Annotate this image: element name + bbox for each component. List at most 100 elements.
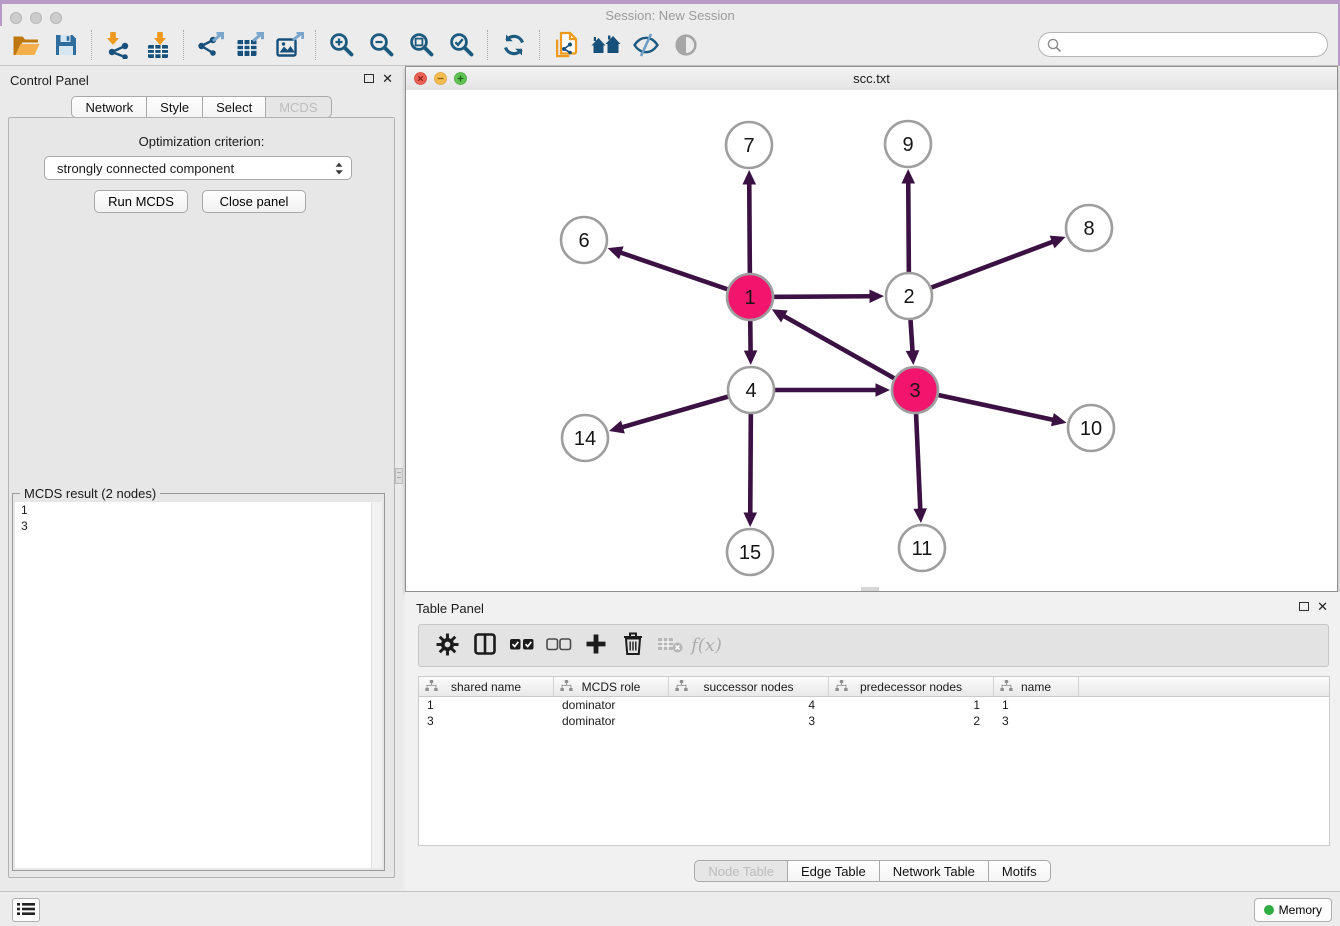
network-window: scc.txt 7 9 6 8 1 2 4 3 14 10 15 11 [405,66,1338,592]
contrast-button[interactable] [667,27,705,63]
zoom-fit-button[interactable] [403,27,441,63]
delete-column-button[interactable] [651,629,688,663]
svg-text:4: 4 [745,380,756,402]
save-session-icon [54,33,78,57]
column-label: shared name [451,680,521,694]
close-panel-icon[interactable]: ✕ [382,73,393,84]
column-header-MCDS-role[interactable]: MCDS role [554,677,669,696]
svg-text:14: 14 [574,428,596,450]
export-image-button[interactable] [271,27,309,63]
network-canvas[interactable]: 7 9 6 8 1 2 4 3 14 10 15 11 [406,90,1337,591]
table-row[interactable]: 1dominator411 [419,697,1329,713]
svg-text:9: 9 [902,134,913,156]
control-panel-title: Control Panel [10,73,89,88]
graph-edge-arrow [901,169,915,184]
close-panel-button[interactable]: Close panel [202,190,306,213]
graph-node-4[interactable]: 4 [728,367,774,413]
tab-select[interactable]: Select [202,96,266,118]
graph-node-8[interactable]: 8 [1066,205,1112,251]
export-table-button[interactable] [231,27,269,63]
result-scrollbar[interactable] [371,502,382,868]
graph-edge-arrow [906,350,920,365]
splitter-grip[interactable] [395,468,403,484]
houses-icon [591,33,621,57]
tree-icon [560,680,573,695]
graph-node-11[interactable]: 11 [899,525,945,571]
refresh-button[interactable] [495,27,533,63]
tab-mcds[interactable]: MCDS [265,96,331,118]
tab-motifs[interactable]: Motifs [988,860,1051,882]
tab-network[interactable]: Network [71,96,147,118]
contrast-icon [674,33,698,57]
zoom-selected-icon [448,31,476,59]
zoom-selected-button[interactable] [443,27,481,63]
delete-row-button[interactable] [614,629,651,663]
add-row-button[interactable] [577,629,614,663]
svg-text:6: 6 [578,230,589,252]
zoom-out-button[interactable] [363,27,401,63]
tab-node-table[interactable]: Node Table [694,860,788,882]
control-panel-tabs: NetworkStyleSelectMCDS [0,96,403,118]
float-table-panel-icon[interactable] [1299,602,1309,611]
deselect-all-button[interactable] [540,629,577,663]
tab-style[interactable]: Style [146,96,203,118]
graph-node-7[interactable]: 7 [726,122,772,168]
mcds-result-list[interactable]: 13 [15,502,382,868]
close-table-panel-icon[interactable]: ✕ [1317,601,1328,612]
table-cell: dominator [554,713,669,729]
function-builder-button[interactable]: f(x) [688,629,725,663]
optimization-dropdown[interactable]: strongly connected component [44,156,352,180]
zoom-out-icon [368,31,396,59]
gear-button[interactable] [429,629,466,663]
graph-node-1[interactable]: 1 [727,274,773,320]
add-row-icon [585,633,607,658]
main-toolbar-icons [0,27,706,63]
select-all-button[interactable] [503,629,540,663]
memory-label: Memory [1279,903,1322,917]
search-input[interactable] [1065,35,1327,55]
graph-node-10[interactable]: 10 [1068,405,1114,451]
graph-node-15[interactable]: 15 [727,529,773,575]
graph-node-6[interactable]: 6 [561,217,607,263]
network-window-titlebar[interactable]: scc.txt [406,67,1337,91]
export-network-icon [196,32,224,58]
memory-button[interactable]: Memory [1254,898,1332,922]
save-session-button[interactable] [47,27,85,63]
hide-eye-icon [632,32,660,58]
open-file-icon [12,33,40,57]
graph-edge-arrow [1051,413,1067,426]
float-panel-icon[interactable] [364,74,374,83]
list-icon [17,902,35,919]
tree-icon [1000,680,1013,695]
tab-edge-table[interactable]: Edge Table [787,860,880,882]
column-header-name[interactable]: name [994,677,1079,696]
toolbar-separator [91,30,93,60]
table-row[interactable]: 3dominator323 [419,713,1329,729]
import-table-button[interactable] [139,27,177,63]
hide-eye-button[interactable] [627,27,665,63]
tab-network-table[interactable]: Network Table [879,860,989,882]
graph-node-3[interactable]: 3 [892,367,938,413]
delete-column-icon [657,634,683,657]
canvas-scrollbar-bit[interactable] [861,587,879,591]
column-header-successor-nodes[interactable]: successor nodes [669,677,829,696]
svg-text:3: 3 [909,380,920,402]
split-columns-button[interactable] [466,629,503,663]
import-network-button[interactable] [99,27,137,63]
search-icon [1047,38,1061,52]
column-header-shared-name[interactable]: shared name [419,677,554,696]
graph-node-2[interactable]: 2 [886,273,932,319]
column-label: predecessor nodes [860,680,962,694]
export-network-button[interactable] [191,27,229,63]
run-mcds-button[interactable]: Run MCDS [94,190,188,213]
houses-button[interactable] [587,27,625,63]
zoom-in-button[interactable] [323,27,361,63]
mcds-result-title: MCDS result (2 nodes) [20,486,160,501]
graph-node-14[interactable]: 14 [562,415,608,461]
task-history-button[interactable] [12,898,40,922]
clone-network-button[interactable] [547,27,585,63]
open-file-button[interactable] [7,27,45,63]
optimization-criterion-label: Optimization criterion: [0,134,403,149]
graph-node-9[interactable]: 9 [885,121,931,167]
column-header-predecessor-nodes[interactable]: predecessor nodes [829,677,994,696]
